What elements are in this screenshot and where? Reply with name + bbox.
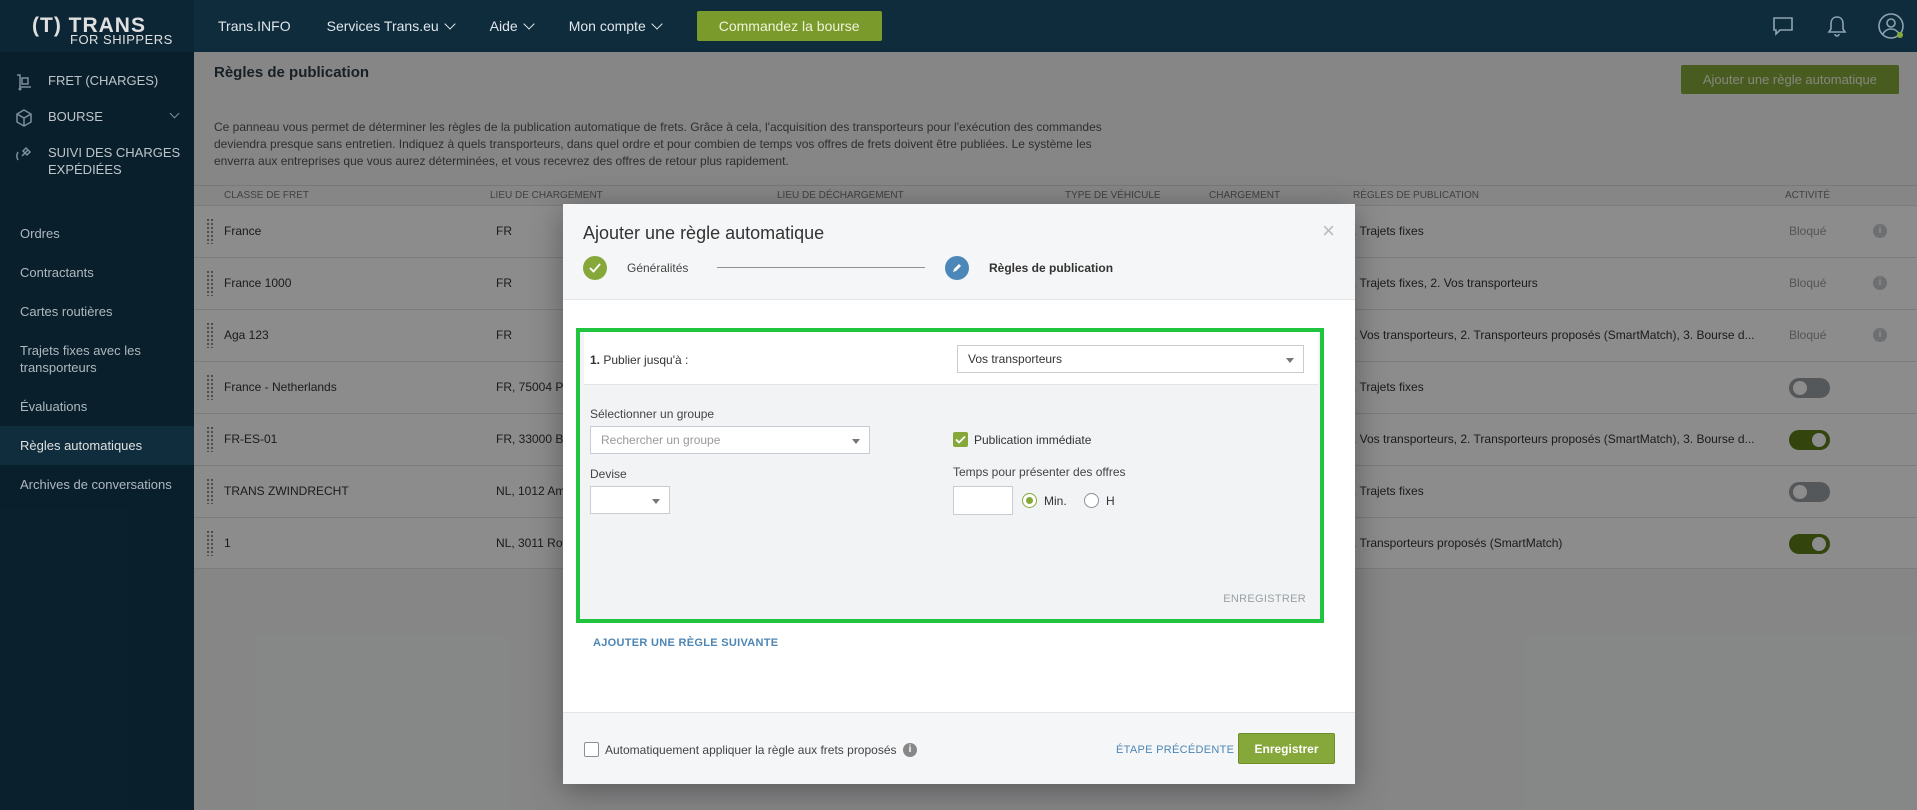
caret-down-icon bbox=[1286, 358, 1294, 363]
unit-h-radio[interactable] bbox=[1084, 493, 1099, 508]
sidebar-backdrop bbox=[0, 0, 194, 810]
rule-number: 1. bbox=[590, 353, 601, 367]
close-icon[interactable]: × bbox=[1322, 220, 1335, 242]
currency-label: Devise bbox=[590, 467, 627, 481]
nav-trans-info[interactable]: Trans.INFO bbox=[218, 18, 291, 34]
nav-label: Services Trans.eu bbox=[326, 18, 439, 34]
group-select[interactable]: Rechercher un groupe bbox=[590, 426, 870, 454]
modal-footer: Automatiquement appliquer la règle aux f… bbox=[563, 712, 1355, 784]
modal-title: Ajouter une règle automatique bbox=[583, 223, 825, 243]
top-icons bbox=[1743, 0, 1905, 52]
publish-until-value: Vos transporteurs bbox=[968, 352, 1063, 366]
nav-label: Mon compte bbox=[568, 18, 646, 34]
unit-min-radio[interactable] bbox=[1022, 493, 1037, 508]
order-exchange-button[interactable]: Commandez la bourse bbox=[696, 11, 882, 41]
add-next-rule-link[interactable]: AJOUTER UNE RÈGLE SUIVANTE bbox=[593, 637, 778, 649]
immediate-publication-label: Publication immédiate bbox=[974, 433, 1092, 447]
previous-step-link[interactable]: ÉTAPE PRÉCÉDENTE bbox=[1116, 744, 1234, 756]
step-label: Généralités bbox=[627, 261, 689, 275]
chevron-down-icon bbox=[523, 17, 535, 30]
top-nav: Trans.INFO Services Trans.eu Aide Mon co… bbox=[218, 0, 882, 52]
group-placeholder: Rechercher un groupe bbox=[601, 433, 721, 447]
unit-min-label: Min. bbox=[1044, 494, 1067, 508]
unit-h-label: H bbox=[1106, 494, 1115, 508]
chevron-down-icon bbox=[444, 17, 456, 30]
nav-aide[interactable]: Aide bbox=[489, 17, 535, 34]
step-regles[interactable]: Règles de publication bbox=[945, 256, 1113, 280]
step-label: Règles de publication bbox=[989, 261, 1114, 275]
publish-until-select[interactable]: Vos transporteurs bbox=[957, 345, 1304, 373]
rule-title: 1. Publier jusqu'à : bbox=[590, 353, 688, 367]
nav-services[interactable]: Services Trans.eu bbox=[326, 17, 456, 34]
offer-time-input[interactable] bbox=[953, 486, 1013, 515]
auto-apply-label: Automatiquement appliquer la règle aux f… bbox=[605, 743, 897, 757]
caret-down-icon bbox=[652, 499, 660, 504]
step-generalites[interactable]: Généralités bbox=[583, 256, 688, 280]
immediate-publication-checkbox[interactable] bbox=[953, 432, 968, 447]
add-rule-modal: Ajouter une règle automatique × Générali… bbox=[563, 204, 1355, 784]
step-connector bbox=[717, 267, 925, 268]
caret-down-icon bbox=[852, 439, 860, 444]
nav-label: Trans.INFO bbox=[218, 18, 291, 34]
save-button[interactable]: Enregistrer bbox=[1238, 733, 1335, 764]
chevron-down-icon bbox=[651, 17, 663, 30]
info-icon[interactable]: i bbox=[903, 743, 917, 757]
check-icon bbox=[955, 435, 966, 444]
auto-apply-checkbox[interactable] bbox=[584, 742, 599, 757]
bell-icon[interactable] bbox=[1823, 12, 1851, 40]
nav-label: Aide bbox=[489, 18, 518, 34]
publish-until-label: Publier jusqu'à : bbox=[603, 353, 689, 367]
user-avatar-icon[interactable] bbox=[1877, 12, 1905, 40]
rule-save-link[interactable]: ENREGISTRER bbox=[1223, 593, 1306, 605]
group-label: Sélectionner un groupe bbox=[590, 407, 715, 421]
check-icon bbox=[583, 256, 607, 280]
rule-header: 1. Publier jusqu'à : Vos transporteurs bbox=[584, 332, 1318, 385]
currency-select[interactable] bbox=[590, 486, 670, 514]
pencil-icon bbox=[945, 256, 969, 280]
top-bar: (T) TRANS FOR SHIPPERS Trans.INFO Servic… bbox=[0, 0, 1917, 52]
nav-mon-compte[interactable]: Mon compte bbox=[568, 17, 663, 34]
modal-header: Ajouter une règle automatique × Générali… bbox=[563, 204, 1355, 300]
chat-icon[interactable] bbox=[1769, 12, 1797, 40]
offer-time-label: Temps pour présenter des offres bbox=[953, 465, 1126, 479]
rule-editor: 1. Publier jusqu'à : Vos transporteurs S… bbox=[576, 328, 1324, 623]
